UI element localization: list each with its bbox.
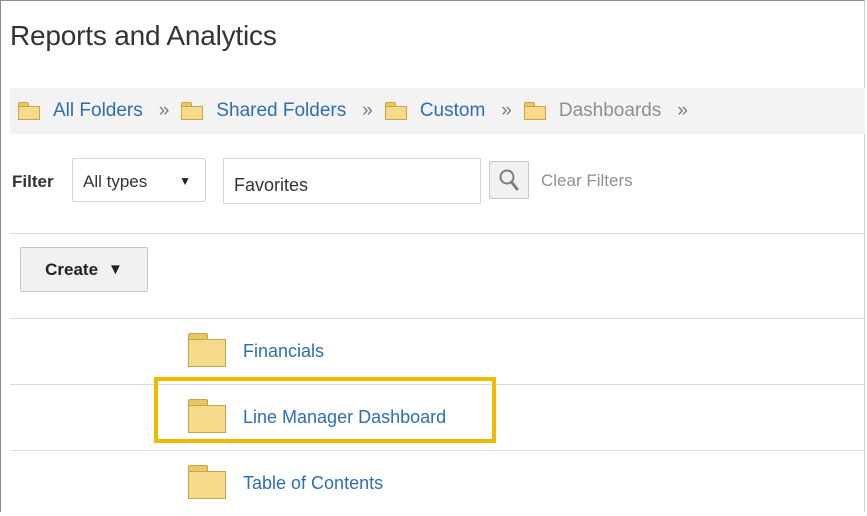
folder-link[interactable]: Line Manager Dashboard <box>243 407 446 428</box>
list-item-financials[interactable]: Financials <box>10 318 865 384</box>
breadcrumb-item-all-folders[interactable]: All Folders <box>18 100 143 122</box>
folder-icon <box>384 102 407 120</box>
breadcrumb-item-shared-folders[interactable]: Shared Folders <box>181 100 346 122</box>
breadcrumb: All Folders » Shared Folders » Custom » … <box>10 88 865 134</box>
search-button[interactable] <box>489 161 529 199</box>
type-select-value: All types <box>83 172 148 191</box>
filter-label: Filter <box>12 172 54 191</box>
breadcrumb-label[interactable]: Custom <box>420 100 485 122</box>
clear-filters-link[interactable]: Clear Filters <box>541 171 633 191</box>
breadcrumb-label[interactable]: Shared Folders <box>216 100 346 122</box>
breadcrumb-separator-icon: » <box>158 100 169 121</box>
folder-icon <box>18 102 40 120</box>
chevron-down-icon: ▼ <box>108 261 123 278</box>
create-button[interactable]: Create ▼ <box>20 247 148 292</box>
list-item-line-manager-dashboard[interactable]: Line Manager Dashboard <box>10 384 865 450</box>
breadcrumb-label-current: Dashboards <box>558 100 662 121</box>
breadcrumb-separator-icon: » <box>501 100 511 121</box>
folder-icon <box>188 399 226 433</box>
folder-icon <box>188 465 226 499</box>
list-item-table-of-contents[interactable]: Table of Contents <box>10 450 865 516</box>
folder-link[interactable]: Table of Contents <box>243 473 383 494</box>
breadcrumb-separator-icon: » <box>362 100 372 121</box>
folder-icon <box>188 333 226 367</box>
search-icon <box>499 169 519 191</box>
page-title: Reports and Analytics <box>10 20 277 51</box>
filter-bar: Filter All types ▼ Clear Filters <box>10 158 865 204</box>
chevron-down-icon: ▼ <box>179 174 191 188</box>
folder-link[interactable]: Financials <box>243 341 324 362</box>
breadcrumb-item-dashboards: Dashboards <box>523 100 662 122</box>
search-input[interactable] <box>223 158 481 204</box>
folder-icon <box>523 102 546 120</box>
type-select[interactable]: All types ▼ <box>72 158 206 202</box>
divider <box>10 233 865 234</box>
breadcrumb-item-custom[interactable]: Custom <box>384 100 485 122</box>
breadcrumb-separator-icon: » <box>677 100 687 121</box>
create-button-label: Create <box>45 259 99 279</box>
breadcrumb-label[interactable]: All Folders <box>53 100 143 122</box>
folder-icon <box>181 102 204 120</box>
